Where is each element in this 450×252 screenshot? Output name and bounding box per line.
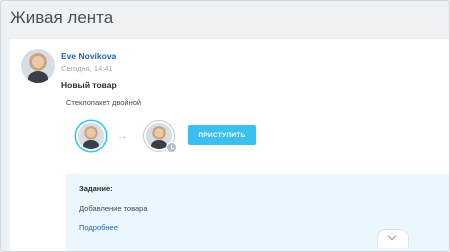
expand-button[interactable] [377,229,409,248]
arrow-right-icon: → [117,130,128,142]
more-details-link[interactable]: Подробнее [79,223,118,232]
post-timestamp[interactable]: Сегодня, 14:41 [61,64,113,73]
start-task-button[interactable]: ПРИСТУПИТЬ [188,125,256,145]
author-name-link[interactable]: Eve Novikova [61,51,116,61]
page-title: Живая лента [10,8,114,27]
feed-post: Eve Novikova Сегодня, 14:41 Новый товар … [10,39,449,251]
chevron-down-icon [387,231,397,241]
post-title: Новый товар [61,80,117,90]
author-avatar[interactable] [21,49,55,83]
assigner-avatar[interactable] [78,123,104,149]
post-text: Стеклопакет двойной [66,98,142,107]
clock-icon [166,142,177,153]
live-feed-window: Живая лента Eve Novikova Сегодня, 14:41 … [0,0,450,252]
task-label: Задание: [79,184,113,193]
task-value: Добавление товара [79,204,148,213]
